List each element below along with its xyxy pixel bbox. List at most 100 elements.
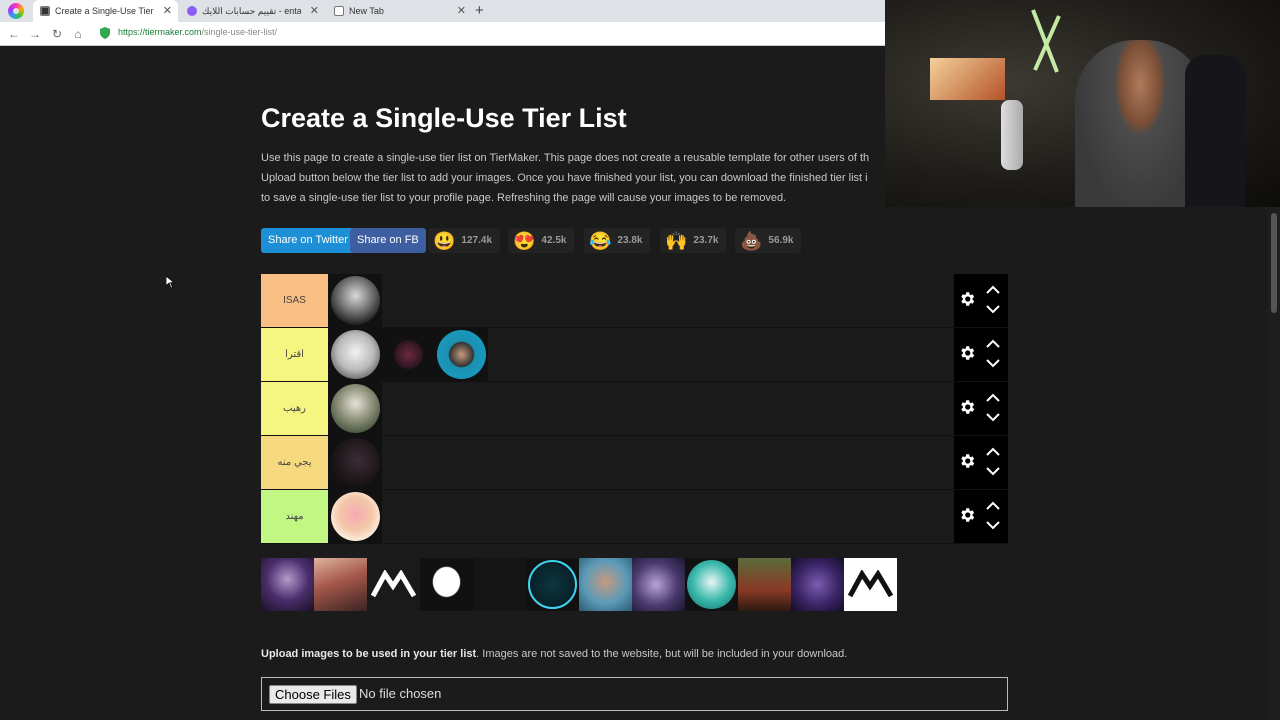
intro-line: Use this page to create a single-use tie…	[261, 152, 870, 164]
chevron-up-icon[interactable]	[986, 447, 1000, 456]
tab-new-tab[interactable]: New Tab ✕	[327, 0, 472, 22]
tier-image[interactable]	[382, 328, 435, 381]
image-pool	[261, 558, 897, 611]
tv-glow	[930, 58, 1005, 100]
tier-items[interactable]	[329, 382, 954, 435]
tier-label[interactable]: رهيب	[261, 382, 329, 435]
close-icon[interactable]: ✕	[457, 0, 466, 22]
chevron-down-icon[interactable]	[986, 521, 1000, 530]
pool-image[interactable]	[473, 558, 526, 611]
new-tab-button[interactable]: +	[475, 0, 484, 22]
smiley-icon: 😃	[433, 230, 456, 251]
no-file-label: No file chosen	[359, 686, 442, 701]
gear-icon[interactable]	[958, 506, 976, 524]
intro-paragraph: Use this page to create a single-use tie…	[261, 148, 901, 208]
chevron-up-icon[interactable]	[986, 393, 1000, 402]
tier-image[interactable]	[329, 274, 382, 327]
tier-row: رهيب	[261, 382, 1008, 436]
pool-image[interactable]	[261, 558, 314, 611]
poop-icon: 💩	[740, 230, 763, 251]
pool-image[interactable]	[420, 558, 473, 611]
pool-image[interactable]	[579, 558, 632, 611]
tier-items[interactable]	[329, 274, 954, 327]
pool-image[interactable]	[685, 558, 738, 611]
chevron-up-icon[interactable]	[986, 285, 1000, 294]
logo-image-icon	[848, 570, 893, 598]
back-icon[interactable]: ←	[6, 26, 22, 42]
tab-title: تقييم حسابات اللايك - entation	[202, 6, 301, 16]
pool-image[interactable]	[367, 558, 420, 611]
choose-files-button[interactable]: Choose Files	[269, 685, 357, 704]
url-field[interactable]: https://tiermaker.com/single-use-tier-li…	[118, 27, 277, 37]
gear-icon[interactable]	[958, 452, 976, 470]
heart-eyes-icon: 😍	[513, 230, 536, 251]
secure-shield-icon	[100, 27, 110, 39]
pool-image[interactable]	[526, 558, 579, 611]
tier-label[interactable]: اقترا	[261, 328, 329, 381]
tab-title: Create a Single-Use Tier List (…	[55, 6, 154, 16]
close-icon[interactable]: ✕	[310, 0, 319, 22]
chevron-up-icon[interactable]	[986, 339, 1000, 348]
webcam-overlay	[885, 0, 1280, 207]
tab-tiermaker[interactable]: Create a Single-Use Tier List (… ✕	[33, 0, 178, 22]
share-twitter-button[interactable]: Share on Twitter	[261, 228, 355, 253]
reaction-poop-button[interactable]: 💩 56.9k	[735, 228, 802, 253]
pool-image[interactable]	[632, 558, 685, 611]
tier-items[interactable]	[329, 436, 954, 489]
tier-row: يجي منه	[261, 436, 1008, 490]
tier-controls	[954, 382, 1008, 435]
tier-row: اقترا	[261, 328, 1008, 382]
forward-icon[interactable]: →	[27, 26, 43, 42]
reaction-count: 23.7k	[693, 235, 719, 246]
home-icon[interactable]: ⌂	[70, 26, 86, 42]
gear-icon[interactable]	[958, 290, 976, 308]
reaction-heart-eyes-button[interactable]: 😍 42.5k	[508, 228, 575, 253]
reaction-raised-hands-button[interactable]: 🙌 23.7k	[660, 228, 727, 253]
page-favicon-icon	[334, 6, 344, 16]
reaction-smiley-button[interactable]: 😃 127.4k	[428, 228, 501, 253]
tier-image[interactable]	[329, 436, 382, 489]
reaction-count: 127.4k	[461, 235, 493, 246]
tier-controls	[954, 436, 1008, 489]
url-scheme: https://	[118, 27, 146, 37]
tier-label[interactable]: ISAS	[261, 274, 329, 327]
pool-image[interactable]	[314, 558, 367, 611]
tier-image[interactable]	[435, 328, 488, 381]
scrollbar[interactable]	[1268, 207, 1280, 720]
gear-icon[interactable]	[958, 398, 976, 416]
chevron-down-icon[interactable]	[986, 467, 1000, 476]
tier-items[interactable]	[329, 328, 954, 381]
reaction-laughing-button[interactable]: 😂 23.8k	[584, 228, 651, 253]
pool-image[interactable]	[844, 558, 897, 611]
scrollbar-thumb[interactable]	[1271, 213, 1277, 313]
reload-icon[interactable]: ↻	[49, 26, 65, 42]
close-icon[interactable]: ✕	[163, 0, 172, 22]
pool-image[interactable]	[791, 558, 844, 611]
tier-label[interactable]: يجي منه	[261, 436, 329, 489]
tab-presentation[interactable]: تقييم حسابات اللايك - entation ✕	[180, 0, 325, 22]
url-path: /single-use-tier-list/	[201, 27, 278, 37]
tier-image[interactable]	[329, 382, 382, 435]
chevron-down-icon[interactable]	[986, 359, 1000, 368]
pool-image[interactable]	[738, 558, 791, 611]
tiermaker-favicon-icon	[40, 6, 50, 16]
reaction-count: 23.8k	[617, 235, 643, 246]
gear-icon[interactable]	[958, 344, 976, 362]
tier-controls	[954, 490, 1008, 543]
tier-list: ISAS اقترا رهيب يجي منه مهند	[261, 274, 1008, 544]
tier-image[interactable]	[329, 328, 382, 381]
chevron-up-icon[interactable]	[986, 501, 1000, 510]
intro-line: to save a single-use tier list to your p…	[261, 192, 787, 204]
chevron-down-icon[interactable]	[986, 413, 1000, 422]
browser-logo-icon[interactable]	[8, 3, 24, 19]
logo-image-icon	[371, 570, 416, 598]
share-fb-button[interactable]: Share on FB	[350, 228, 426, 253]
reaction-count: 42.5k	[541, 235, 567, 246]
raised-hands-icon: 🙌	[665, 230, 688, 251]
tier-items[interactable]	[329, 490, 954, 543]
url-host: tiermaker.com	[145, 27, 202, 37]
tier-label[interactable]: مهند	[261, 490, 329, 543]
tier-image[interactable]	[329, 490, 382, 543]
chevron-down-icon[interactable]	[986, 305, 1000, 314]
file-upload-field: Choose Files No file chosen	[261, 677, 1008, 711]
